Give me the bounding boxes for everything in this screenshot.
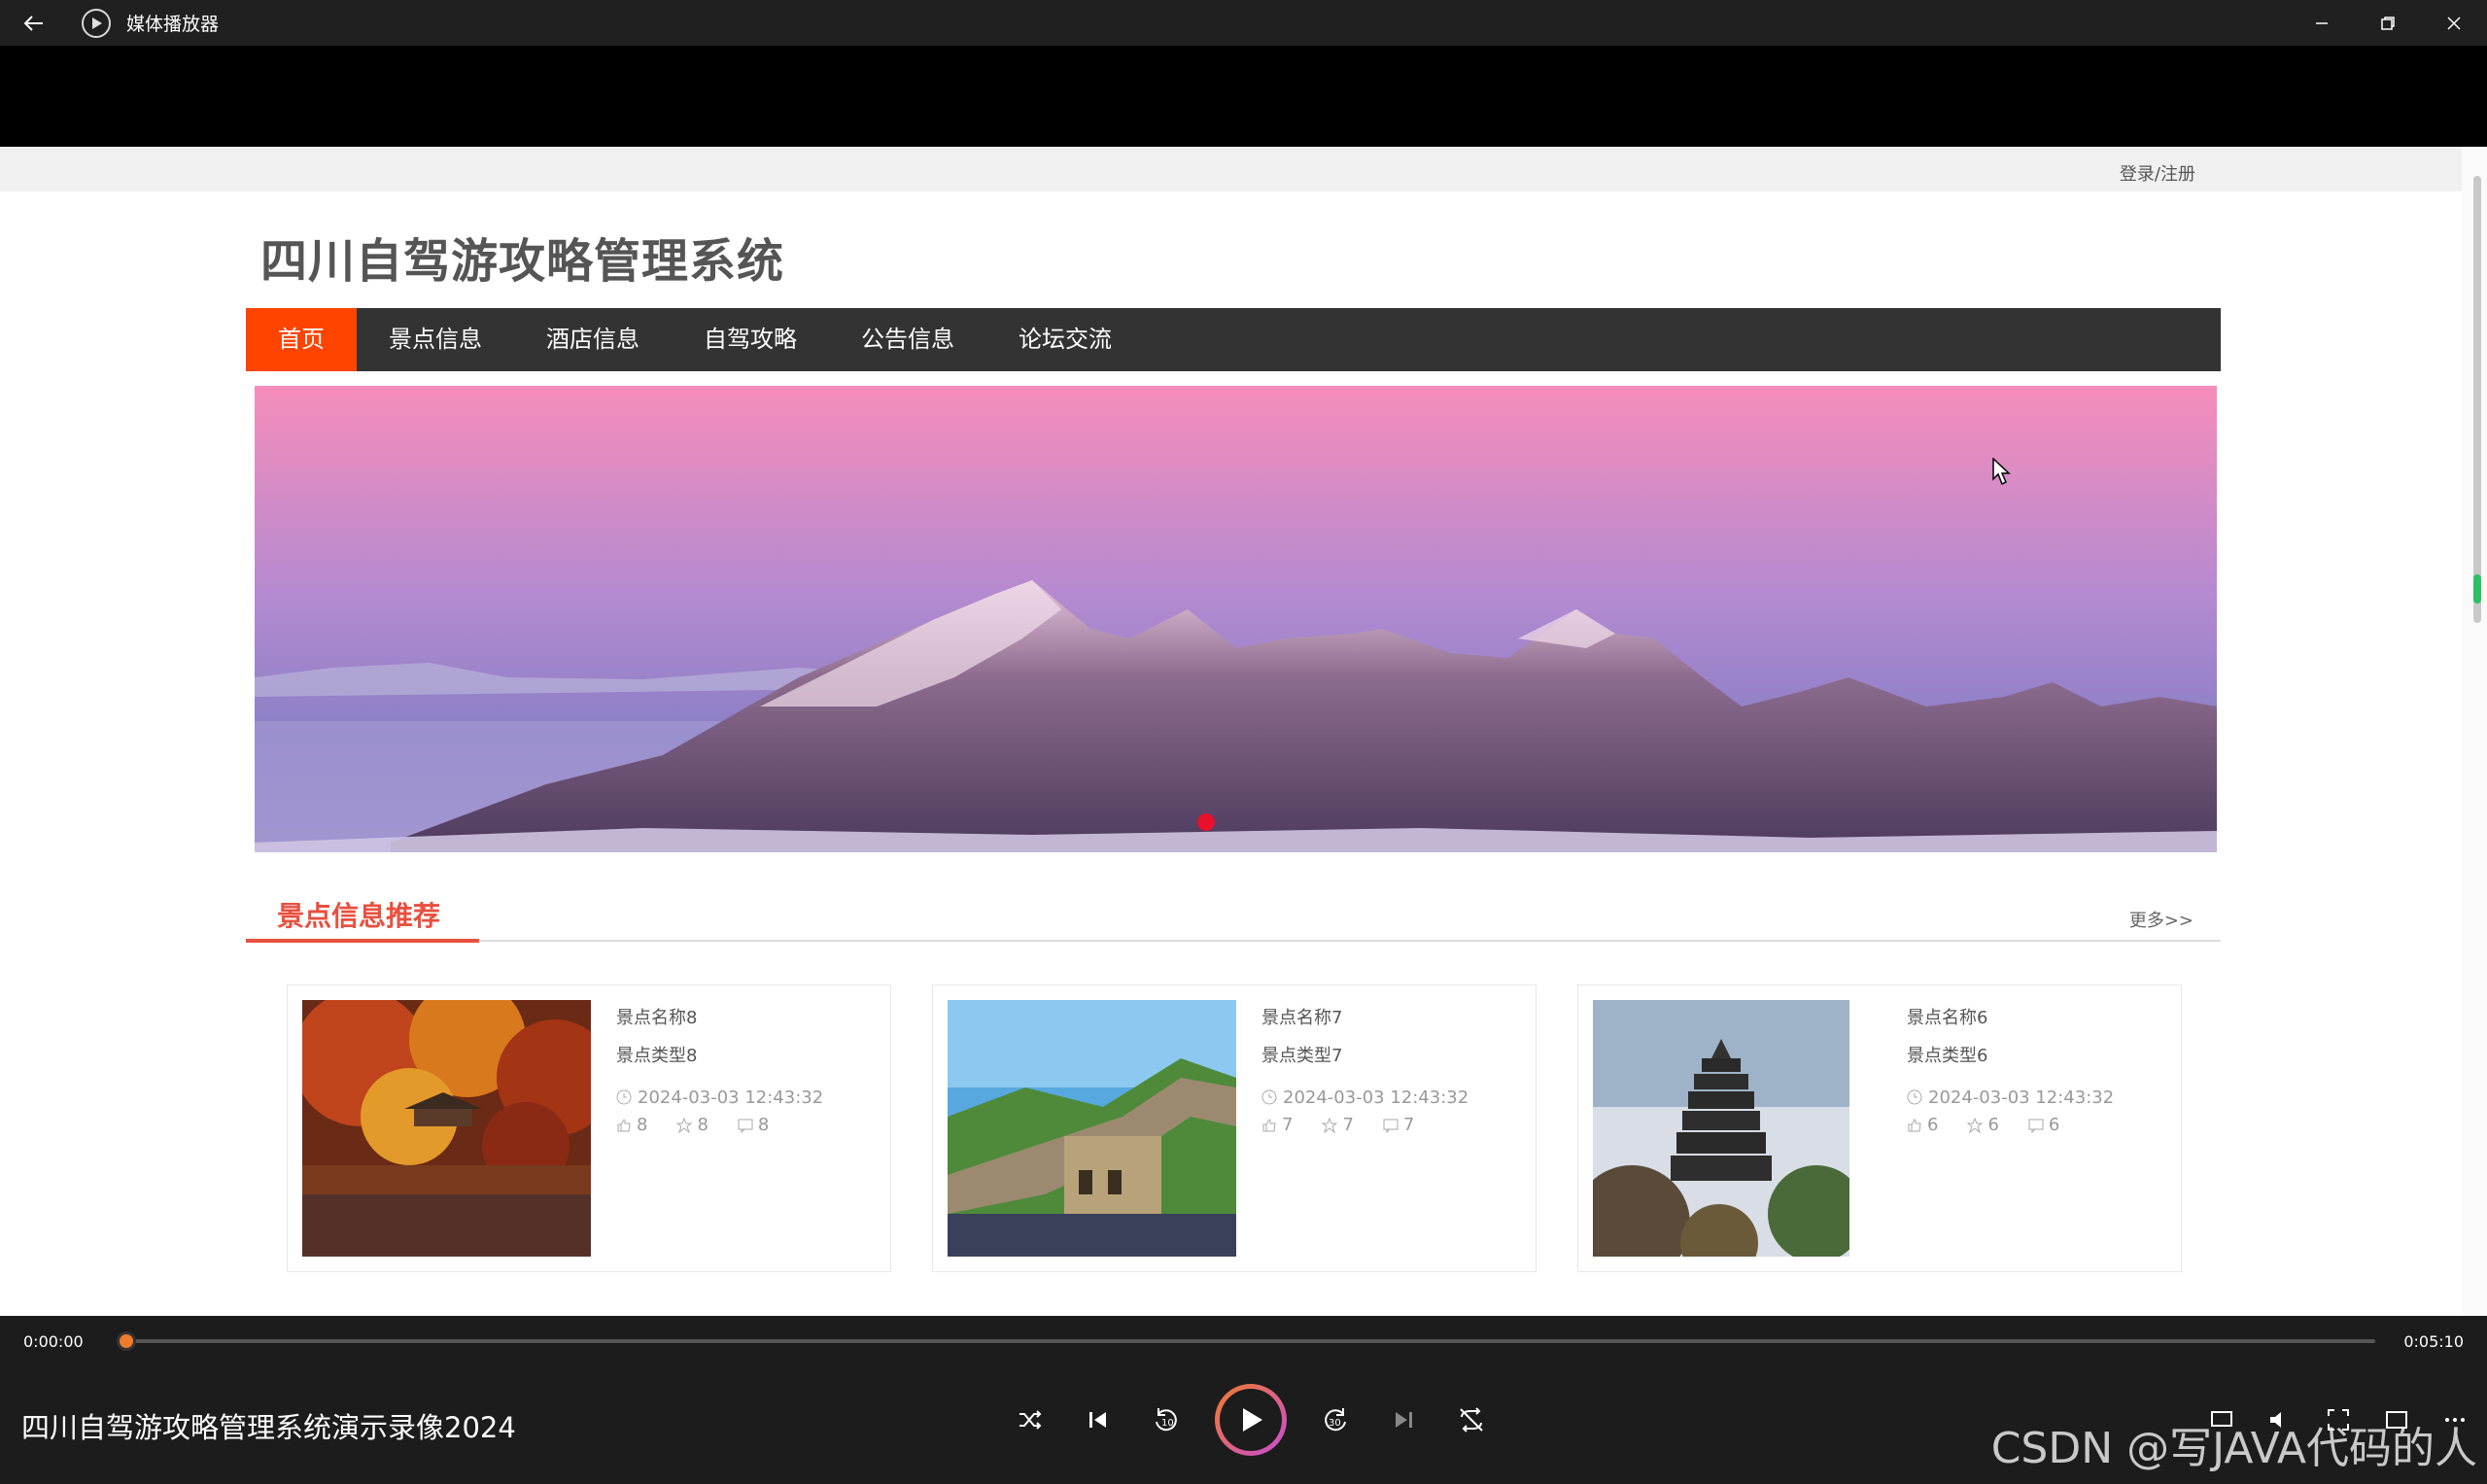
- star-icon: [676, 1117, 693, 1133]
- more-link[interactable]: 更多>>: [2129, 907, 2193, 932]
- star-icon: [1322, 1117, 1338, 1133]
- comment-icon: [1383, 1119, 1399, 1133]
- comment-count: 6: [2048, 1115, 2060, 1135]
- previous-button[interactable]: [1079, 1400, 1118, 1439]
- play-icon: [1243, 1408, 1262, 1432]
- current-time: 0:00:00: [23, 1332, 84, 1351]
- nav-hotels[interactable]: 酒店信息: [514, 308, 672, 371]
- media-title: 四川自驾游攻略管理系统演示录像2024: [21, 1411, 516, 1444]
- clock-icon: [1907, 1089, 1922, 1105]
- attraction-card[interactable]: 景点名称8 景点类型8 2024-03-03 12:43:32 8 8 8: [287, 984, 891, 1272]
- previous-icon: [1089, 1412, 1106, 1428]
- banner-carousel[interactable]: [255, 386, 2217, 852]
- svg-text:30: 30: [1329, 1418, 1341, 1429]
- seek-thumb[interactable]: [117, 1331, 136, 1351]
- like-count: 6: [1927, 1115, 1939, 1135]
- rewind-10-icon: 10: [1156, 1408, 1177, 1432]
- section-header: 景点信息推荐 更多>>: [246, 895, 2221, 943]
- mountain-banner-image: [255, 386, 2217, 852]
- window-title: 媒体播放器: [126, 14, 220, 35]
- favorite-count: 6: [1987, 1115, 1999, 1135]
- restore-button[interactable]: [2355, 0, 2421, 46]
- comment-icon: [738, 1119, 753, 1133]
- page-scrollbar[interactable]: [2462, 147, 2487, 1316]
- comment-icon: [2028, 1119, 2044, 1133]
- mouse-cursor-icon: [1992, 458, 2011, 486]
- forward-30-button[interactable]: 30: [1316, 1400, 1355, 1439]
- video-frame-webpage: 登录/注册 四川自驾游攻略管理系统 首页 景点信息 酒店信息 自驾攻略 公告信息…: [0, 147, 2487, 1316]
- nav-attractions[interactable]: 景点信息: [357, 308, 514, 371]
- nav-forum[interactable]: 论坛交流: [986, 308, 1144, 371]
- thumbs-up-icon: [617, 1118, 631, 1131]
- close-icon: [2447, 16, 2461, 30]
- seek-bar[interactable]: [124, 1339, 2375, 1343]
- attraction-cards: 景点名称8 景点类型8 2024-03-03 12:43:32 8 8 8 景点…: [287, 984, 2182, 1272]
- attraction-name: 景点名称8: [616, 1008, 698, 1028]
- attraction-card[interactable]: 景点名称6 景点类型6 2024-03-03 12:43:32 6 6 6: [1577, 984, 2182, 1272]
- like-count: 8: [637, 1115, 648, 1135]
- comment-count: 7: [1402, 1115, 1415, 1135]
- scrollbar-thumb[interactable]: [2473, 176, 2481, 623]
- clock-icon: [616, 1089, 632, 1105]
- shuffle-icon: [1019, 1410, 1042, 1430]
- play-button[interactable]: [1215, 1384, 1287, 1456]
- window-titlebar: 媒体播放器: [0, 0, 2487, 46]
- nav-notices[interactable]: 公告信息: [829, 308, 986, 371]
- minimize-button[interactable]: [2289, 0, 2355, 46]
- favorite-count: 8: [697, 1115, 708, 1135]
- playback-buttons: 10 30: [1011, 1384, 1491, 1456]
- thumbs-up-icon: [1908, 1118, 1921, 1131]
- restore-icon: [2381, 16, 2395, 30]
- attraction-name: 景点名称7: [1261, 1008, 1343, 1028]
- attraction-image-autumn-pavilion[interactable]: [302, 1000, 591, 1257]
- attraction-type: 景点类型8: [616, 1046, 698, 1066]
- top-strip: 登录/注册: [0, 147, 2487, 191]
- attraction-type: 景点类型7: [1261, 1046, 1343, 1066]
- like-count: 7: [1282, 1115, 1294, 1135]
- total-time: 0:05:10: [2403, 1332, 2464, 1351]
- next-icon: [1396, 1412, 1412, 1428]
- thumbs-up-icon: [1262, 1118, 1276, 1131]
- star-icon: [1967, 1117, 1984, 1133]
- shuffle-button[interactable]: [1011, 1400, 1050, 1439]
- attraction-image-pagoda[interactable]: [1593, 1000, 1882, 1257]
- favorite-count: 7: [1342, 1115, 1354, 1135]
- login-register-link[interactable]: 登录/注册: [2120, 160, 2195, 186]
- main-nav: 首页 景点信息 酒店信息 自驾攻略 公告信息 论坛交流: [246, 308, 2221, 371]
- repeat-button[interactable]: [1452, 1400, 1491, 1439]
- publish-date: 2024-03-03 12:43:32: [1928, 1087, 2115, 1108]
- rewind-10-button[interactable]: 10: [1147, 1400, 1186, 1439]
- attraction-name: 景点名称6: [1907, 1008, 1988, 1028]
- next-button[interactable]: [1384, 1400, 1423, 1439]
- repeat-off-icon: [1460, 1407, 1483, 1432]
- publish-date: 2024-03-03 12:43:32: [638, 1087, 824, 1108]
- svg-text:10: 10: [1161, 1418, 1174, 1429]
- attraction-image-great-wall[interactable]: [948, 1000, 1236, 1257]
- close-button[interactable]: [2421, 0, 2487, 46]
- clock-icon: [1261, 1089, 1277, 1105]
- attraction-type: 景点类型6: [1907, 1046, 1988, 1066]
- site-title: 四川自驾游攻略管理系统: [260, 234, 785, 289]
- watermark-text: CSDN @写JAVA代码的人: [1990, 1424, 2477, 1473]
- scrollbar-accent: [2473, 574, 2481, 604]
- section-underline: [246, 939, 479, 943]
- publish-date: 2024-03-03 12:43:32: [1283, 1087, 1469, 1108]
- video-letterbox: [0, 46, 2487, 147]
- player-controls: 0:00:00 0:05:10 四川自驾游攻略管理系统演示录像2024 10 3…: [0, 1316, 2487, 1484]
- forward-30-icon: 30: [1325, 1408, 1346, 1432]
- section-title: 景点信息推荐: [277, 900, 441, 932]
- back-arrow-icon: [23, 15, 43, 31]
- nav-guides[interactable]: 自驾攻略: [672, 308, 829, 371]
- back-button[interactable]: [0, 0, 68, 46]
- comment-count: 8: [757, 1115, 770, 1135]
- carousel-dot-active[interactable]: [1197, 813, 1215, 831]
- nav-home[interactable]: 首页: [246, 308, 357, 371]
- attraction-card[interactable]: 景点名称7 景点类型7 2024-03-03 12:43:32 7 7 7: [932, 984, 1537, 1272]
- minimize-icon: [2316, 21, 2328, 24]
- media-player-app-icon: [82, 8, 111, 38]
